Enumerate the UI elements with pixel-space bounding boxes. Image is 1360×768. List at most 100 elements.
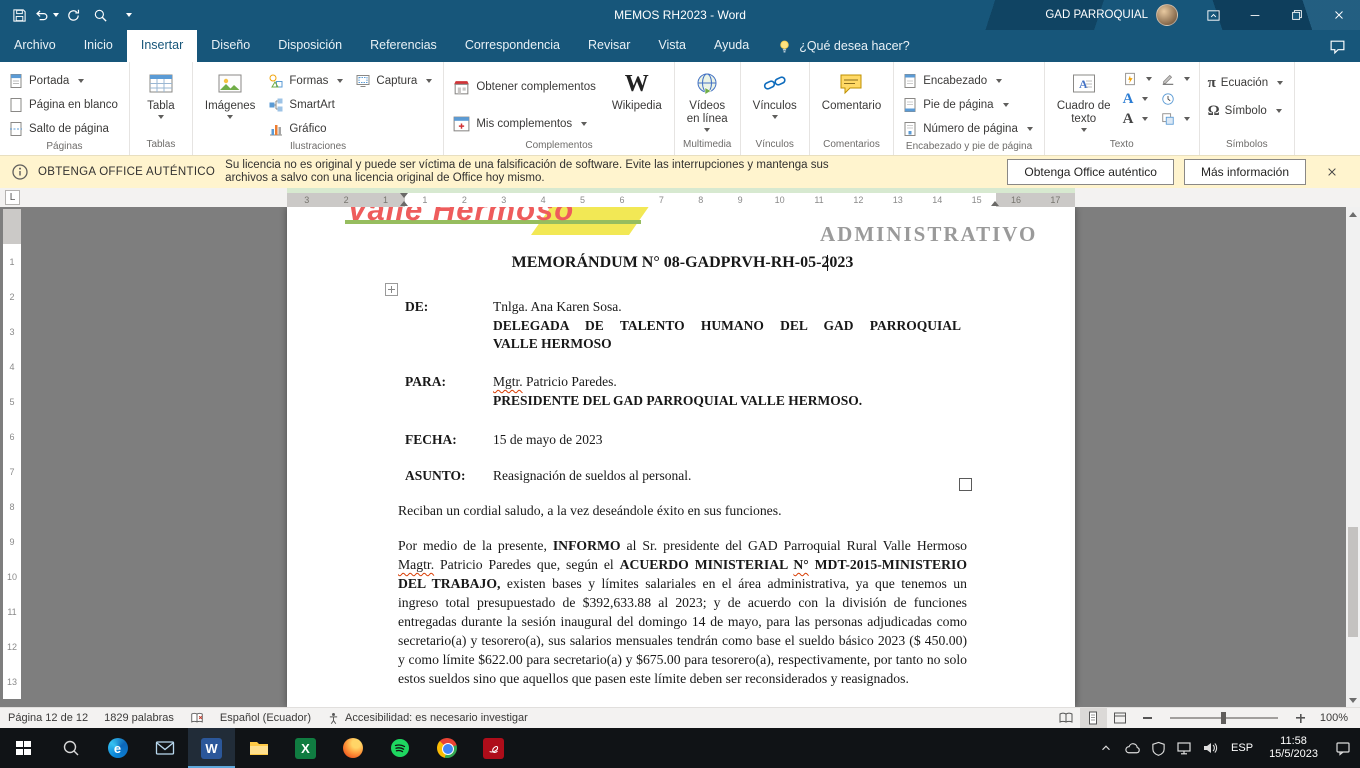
word-count[interactable]: 1829 palabras	[96, 708, 182, 728]
tab-disposicion[interactable]: Disposición	[264, 30, 356, 62]
get-addins-button[interactable]: Obtener complementos	[449, 72, 602, 102]
links-button[interactable]: Vínculos	[746, 65, 804, 119]
smartart-button[interactable]: SmartArt	[265, 93, 349, 116]
header-button[interactable]: Encabezado	[899, 69, 1039, 92]
web-layout-view-button[interactable]	[1107, 708, 1134, 729]
screenshot-button[interactable]: Captura	[352, 69, 438, 92]
first-line-indent-marker[interactable]	[400, 193, 408, 198]
network-tray-icon[interactable]	[1171, 728, 1197, 768]
tab-ayuda[interactable]: Ayuda	[700, 30, 763, 62]
comments-pane-icon[interactable]	[1329, 38, 1346, 55]
chart-button[interactable]: Gráfico	[265, 117, 349, 140]
volume-tray-icon[interactable]	[1197, 728, 1223, 768]
footer-button[interactable]: Pie de página	[899, 93, 1039, 116]
hanging-indent-marker[interactable]	[400, 201, 408, 206]
cover-page-button[interactable]: Portada	[5, 69, 124, 92]
chevron-down-icon	[158, 115, 164, 119]
accessibility-status[interactable]: Accesibilidad: es necesario investigar	[319, 708, 536, 728]
get-genuine-office-button[interactable]: Obtenga Office auténtico	[1007, 159, 1174, 185]
equation-button[interactable]: πEcuación	[1205, 71, 1290, 94]
object-button[interactable]	[1159, 109, 1194, 128]
language-selector[interactable]: Español (Ecuador)	[212, 708, 319, 728]
print-preview-button[interactable]	[87, 2, 113, 28]
taskbar-acrobat[interactable]	[470, 728, 517, 768]
pictures-button[interactable]: Imágenes	[198, 65, 263, 119]
tab-insertar[interactable]: Insertar	[127, 30, 197, 62]
taskbar-mail[interactable]	[141, 728, 188, 768]
page-break-button[interactable]: Salto de página	[5, 117, 124, 140]
account-name[interactable]: GAD PARROQUIAL	[1045, 9, 1148, 21]
account-avatar[interactable]	[1156, 4, 1178, 26]
taskbar-excel[interactable]: X	[282, 728, 329, 768]
tab-diseno[interactable]: Diseño	[197, 30, 264, 62]
more-info-button[interactable]: Más información	[1184, 159, 1306, 185]
save-button[interactable]	[6, 2, 32, 28]
restore-button[interactable]	[1276, 0, 1318, 30]
zoom-slider-knob[interactable]	[1221, 712, 1226, 724]
wordart-button[interactable]: A	[1121, 89, 1156, 108]
tab-archivo[interactable]: Archivo	[0, 30, 70, 62]
tab-vista[interactable]: Vista	[644, 30, 700, 62]
proofing-status[interactable]	[182, 708, 212, 728]
undo-button[interactable]	[33, 2, 59, 28]
language-indicator[interactable]: ESP	[1223, 742, 1261, 754]
taskbar-spotify[interactable]	[376, 728, 423, 768]
ruler-cell: 14	[918, 193, 957, 207]
action-center-button[interactable]	[1326, 728, 1360, 768]
date-time-button[interactable]	[1159, 89, 1194, 108]
blank-page-button[interactable]: Página en blanco	[5, 93, 124, 116]
table-move-handle[interactable]	[385, 283, 398, 296]
zoom-slider[interactable]	[1170, 717, 1278, 719]
minimize-button[interactable]	[1234, 0, 1276, 30]
hidden-icons-chevron[interactable]	[1093, 728, 1119, 768]
security-tray-icon[interactable]	[1145, 728, 1171, 768]
start-button[interactable]	[0, 728, 47, 768]
new-comment-button[interactable]: Comentario	[815, 65, 888, 113]
close-button[interactable]	[1318, 0, 1360, 30]
tab-correspondencia[interactable]: Correspondencia	[451, 30, 574, 62]
taskbar-firefox[interactable]	[329, 728, 376, 768]
scroll-down-button[interactable]	[1346, 693, 1360, 707]
taskbar-file-explorer[interactable]	[235, 728, 282, 768]
wikipedia-button[interactable]: W Wikipedia	[605, 65, 669, 113]
dismiss-notification-button[interactable]	[1316, 166, 1348, 178]
read-mode-view-button[interactable]	[1053, 708, 1080, 729]
print-layout-view-button[interactable]	[1080, 708, 1107, 729]
taskbar-edge[interactable]: e	[94, 728, 141, 768]
signature-line-button[interactable]	[1159, 69, 1194, 88]
vertical-scrollbar[interactable]	[1346, 207, 1360, 707]
zoom-in-button[interactable]	[1287, 708, 1314, 729]
page-number-button[interactable]: Número de página	[899, 117, 1039, 140]
zoom-out-button[interactable]	[1134, 708, 1161, 729]
scrollbar-thumb[interactable]	[1348, 527, 1358, 637]
empty-checkbox[interactable]	[959, 478, 972, 491]
online-video-button[interactable]: Vídeos en línea	[680, 65, 735, 132]
redo-button[interactable]	[60, 2, 86, 28]
taskbar-word[interactable]: W	[188, 728, 235, 768]
ribbon-display-options-button[interactable]	[1192, 0, 1234, 30]
customize-quick-access-button[interactable]	[114, 2, 140, 28]
drop-cap-button[interactable]: A	[1121, 109, 1156, 128]
scroll-up-button[interactable]	[1346, 207, 1360, 221]
taskbar-chrome[interactable]	[423, 728, 470, 768]
text-box-button[interactable]: A Cuadro de texto	[1050, 65, 1118, 132]
zoom-level[interactable]: 100%	[1314, 712, 1360, 724]
taskbar-search-button[interactable]	[47, 728, 94, 768]
tab-stop-selector[interactable]: L	[5, 190, 20, 205]
tab-referencias[interactable]: Referencias	[356, 30, 451, 62]
my-addins-button[interactable]: Mis complementos	[449, 109, 602, 139]
shapes-button[interactable]: Formas	[265, 69, 349, 92]
tell-me-search[interactable]: ¿Qué desea hacer?	[763, 30, 924, 62]
tab-revisar[interactable]: Revisar	[574, 30, 644, 62]
ruler-cell: 5	[3, 384, 21, 419]
tab-inicio[interactable]: Inicio	[70, 30, 127, 62]
vertical-ruler[interactable]: 12345678910111213	[3, 209, 21, 699]
onedrive-tray-icon[interactable]	[1119, 728, 1145, 768]
symbol-button[interactable]: ΩSímbolo	[1205, 99, 1290, 122]
document-page[interactable]: Valle Hermoso ADMINISTRATIVO MEMORÁNDUM …	[287, 207, 1075, 707]
right-indent-marker[interactable]	[991, 201, 999, 206]
page-indicator[interactable]: Página 12 de 12	[0, 708, 96, 728]
taskbar-clock[interactable]: 11:58 15/5/2023	[1261, 735, 1326, 761]
quick-parts-button[interactable]	[1121, 69, 1156, 88]
table-button[interactable]: Tabla	[135, 65, 187, 119]
